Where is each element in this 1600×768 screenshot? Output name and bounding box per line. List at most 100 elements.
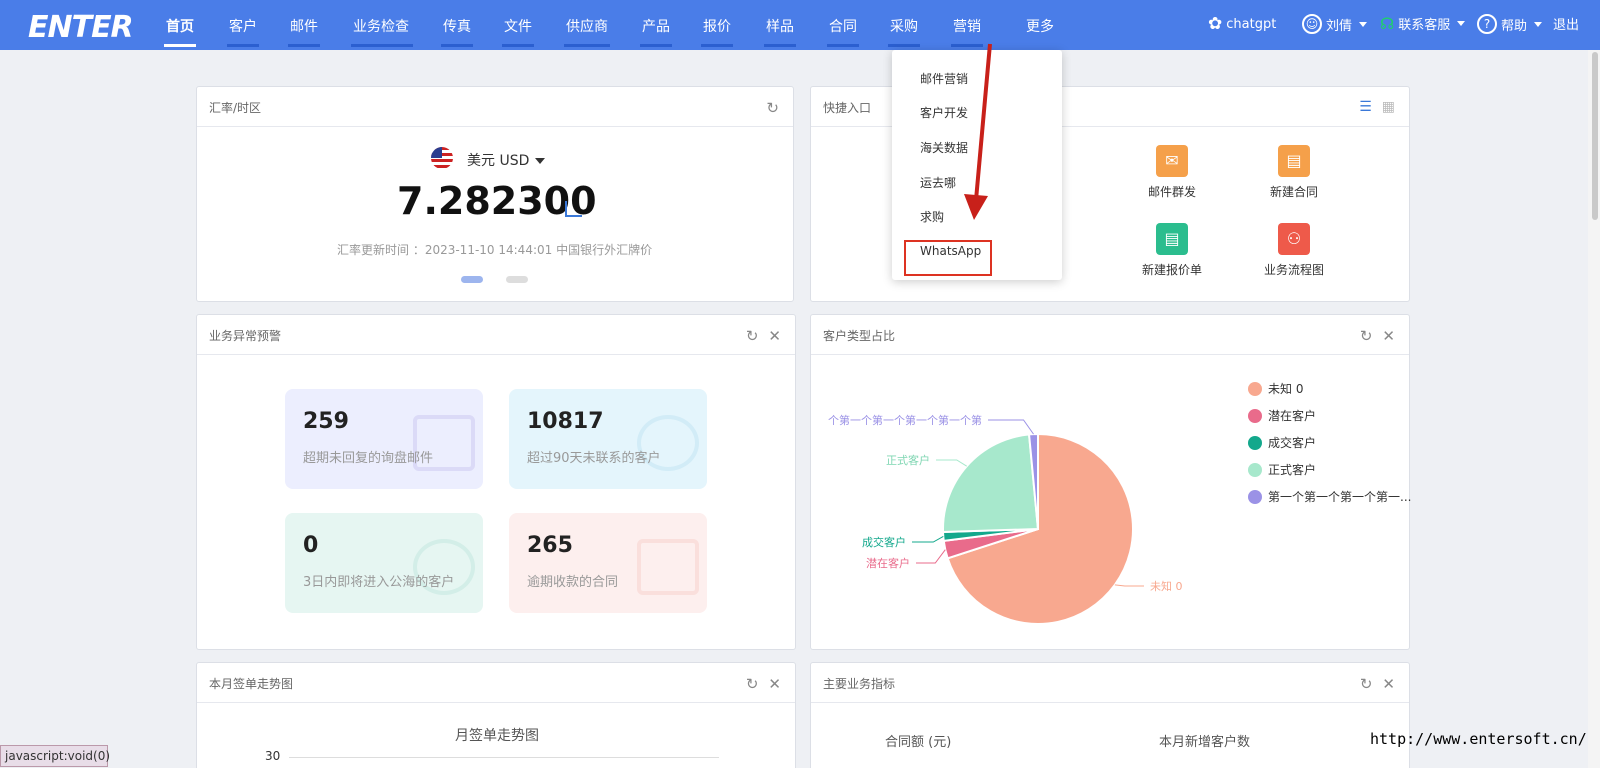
legend-item[interactable]: 潜在客户	[1248, 407, 1316, 424]
nav-mail[interactable]: 邮件	[290, 16, 318, 36]
callout-line	[936, 459, 968, 467]
quick-label: 新建合同	[1269, 185, 1318, 199]
menu-item-yunquna[interactable]: 运去哪	[920, 174, 956, 191]
nav-products[interactable]: 产品	[642, 16, 670, 36]
close-icon[interactable]: ✕	[1382, 327, 1395, 345]
nav-samples[interactable]: 样品	[766, 16, 794, 36]
list-view-icon[interactable]: ☰	[1359, 99, 1372, 115]
headset-icon: ☊	[1380, 14, 1395, 33]
contract-amount-label: 合同额 (元)	[885, 735, 952, 750]
warning-card-inactive-customers[interactable]: 10817 超过90天未联系的客户	[509, 389, 707, 489]
pie-slice[interactable]	[942, 433, 1040, 534]
refresh-icon[interactable]: ↻	[766, 99, 779, 117]
refresh-icon[interactable]: ↻	[746, 327, 759, 345]
new-customers-label: 本月新增客户数	[1159, 735, 1251, 750]
legend-dot	[1248, 489, 1262, 504]
monthly-signing-panel: 本月签单走势图 ↻ ✕ 月签单走势图 30	[196, 662, 796, 768]
legend-dot	[1248, 435, 1262, 450]
currency-select[interactable]: 美元 USD	[467, 150, 546, 170]
currency-label: 美元 USD	[467, 153, 530, 169]
nav-suppliers[interactable]: 供应商	[566, 16, 608, 36]
quick-new-contract[interactable]: ▤ 新建合同	[1249, 145, 1339, 200]
nav-underline	[564, 44, 610, 47]
legend-label: 未知 0	[1268, 382, 1304, 396]
menu-item-purchase-request[interactable]: 求购	[920, 208, 944, 225]
warning-card-public-pool[interactable]: 0 3日内即将进入公海的客户	[285, 513, 483, 613]
contact-service-menu[interactable]: ☊ 联系客服	[1380, 14, 1466, 33]
nav-fax[interactable]: 传真	[443, 16, 471, 36]
panel-header: 汇率/时区 ↻	[197, 87, 793, 127]
warning-card-overdue-inquiry[interactable]: 259 超期未回复的询盘邮件	[285, 389, 483, 489]
nav-purchasing[interactable]: 采购	[890, 16, 918, 36]
chart-title: 月签单走势图	[455, 728, 539, 744]
card-label: 超期未回复的询盘邮件	[303, 451, 434, 466]
refresh-icon[interactable]: ↻	[1360, 327, 1373, 345]
chatgpt-link[interactable]: ✿ chatgpt	[1208, 14, 1276, 34]
panel-header: 本月签单走势图 ↻ ✕	[197, 663, 795, 703]
menu-item-whatsapp[interactable]: WhatsApp	[920, 244, 981, 258]
nav-home[interactable]: 首页	[166, 16, 194, 36]
nav-contracts[interactable]: 合同	[829, 16, 857, 36]
nav-underline	[288, 44, 320, 47]
nav-customers[interactable]: 客户	[229, 16, 257, 36]
refresh-icon[interactable]: ↻	[746, 675, 759, 693]
nav-marketing[interactable]: 营销	[953, 16, 981, 36]
close-icon[interactable]: ✕	[768, 675, 781, 693]
close-icon[interactable]: ✕	[1382, 675, 1395, 693]
legend-dot	[1248, 381, 1262, 396]
callout-line	[912, 536, 944, 543]
carousel-dot[interactable]	[506, 276, 528, 283]
legend-item[interactable]: 成交客户	[1248, 434, 1316, 451]
document-edit-icon	[637, 539, 699, 595]
legend-item[interactable]: 未知 0	[1248, 380, 1303, 397]
panel-title: 客户类型占比	[823, 329, 896, 343]
card-label: 超过90天未联系的客户	[527, 451, 661, 466]
panel-title: 主要业务指标	[823, 677, 896, 691]
quick-label: 业务流程图	[1263, 263, 1324, 277]
nav-more[interactable]: 更多	[1026, 16, 1054, 36]
scrollbar-thumb[interactable]	[1592, 52, 1598, 220]
card-number: 259	[303, 409, 349, 434]
nav-files[interactable]: 文件	[504, 16, 532, 36]
nav-underline	[827, 44, 859, 47]
user-menu[interactable]: ☺ 刘倩	[1302, 14, 1368, 34]
help-icon: ?	[1477, 14, 1497, 34]
nav-business-check[interactable]: 业务检查	[353, 16, 409, 36]
panel-title: 快捷入口	[823, 101, 872, 115]
quick-new-quote[interactable]: ▤ 新建报价单	[1127, 223, 1217, 278]
help-menu[interactable]: ? 帮助	[1477, 14, 1543, 34]
exchange-rate-panel: 汇率/时区 ↻ 美元 USD 7.282300 汇率更新时间 ：2023-11-…	[196, 86, 794, 302]
close-icon[interactable]: ✕	[768, 327, 781, 345]
nav-underline	[764, 44, 796, 47]
nav-underline	[640, 44, 672, 47]
quick-label: 邮件群发	[1147, 185, 1196, 199]
card-number: 10817	[527, 409, 604, 434]
browser-status-bar: javascript:void(0)	[0, 745, 110, 767]
trend-chart-icon[interactable]	[565, 201, 582, 217]
caret-down-icon	[535, 158, 546, 164]
legend-label: 成交客户	[1268, 436, 1317, 450]
top-nav-bar: ENTER 首页 客户 邮件 业务检查 传真 文件 供应商 产品 报价 样品 合…	[0, 0, 1600, 50]
nav-underline	[351, 44, 413, 47]
card-label: 3日内即将进入公海的客户	[303, 575, 455, 590]
warning-card-overdue-payment[interactable]: 265 逾期收款的合同	[509, 513, 707, 613]
panel-header: 客户类型占比 ↻ ✕	[811, 315, 1409, 355]
quote-icon: ▤	[1156, 223, 1188, 255]
grid-view-icon[interactable]: ▦	[1382, 99, 1395, 115]
nav-quotes[interactable]: 报价	[703, 16, 731, 36]
nav-underline	[701, 44, 733, 47]
carousel-dot-active[interactable]	[461, 276, 483, 283]
callout-label: 成交客户	[862, 535, 906, 549]
quick-mass-mail[interactable]: ✉ 邮件群发	[1127, 145, 1217, 200]
legend-label: 第一个第一个第一个第一...	[1268, 490, 1412, 504]
app-logo[interactable]: ENTER	[28, 10, 134, 45]
refresh-icon[interactable]: ↻	[1360, 675, 1373, 693]
legend-item[interactable]: 正式客户	[1248, 461, 1316, 478]
logout-link[interactable]: 退出	[1553, 14, 1579, 33]
quick-workflow[interactable]: ⚇ 业务流程图	[1249, 223, 1339, 278]
y-axis-tick: 30	[265, 749, 281, 763]
watermark-url: http://www.entersoft.cn/	[1370, 730, 1587, 748]
caret-down-icon	[1359, 21, 1368, 27]
service-label: 联系客服	[1398, 18, 1451, 33]
legend-item[interactable]: 第一个第一个第一个第一...	[1248, 488, 1411, 505]
